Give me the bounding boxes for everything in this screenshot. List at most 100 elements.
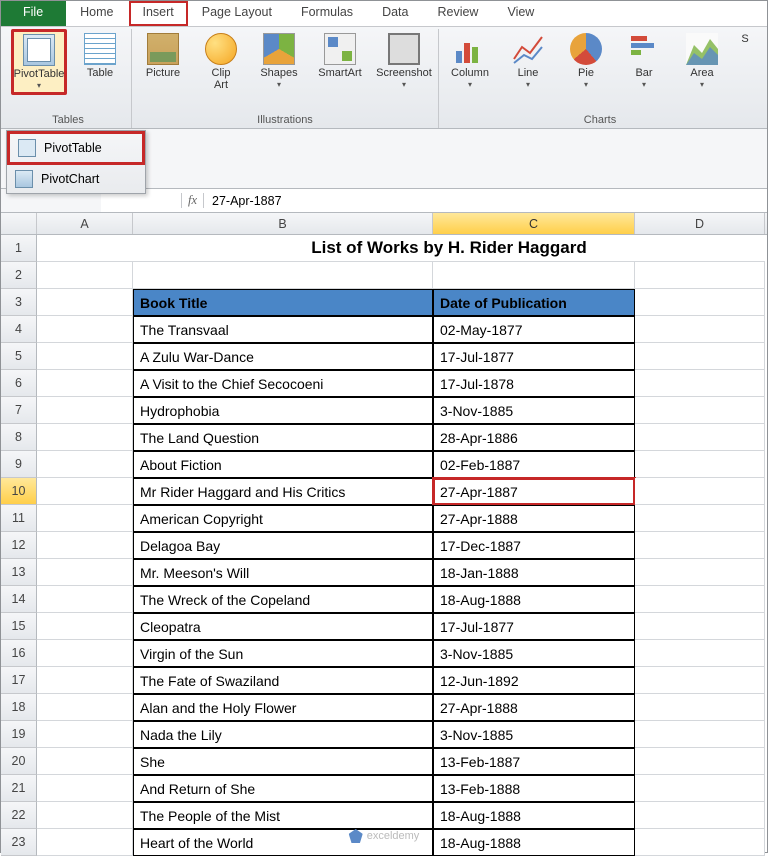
table-button[interactable]: Table [75, 29, 125, 79]
cell[interactable] [635, 478, 765, 505]
cell-book-title[interactable]: She [133, 748, 433, 775]
cell[interactable] [635, 424, 765, 451]
cell[interactable] [635, 775, 765, 802]
cell-date[interactable]: 27-Apr-1888 [433, 505, 635, 532]
select-all-corner[interactable] [1, 213, 37, 234]
tab-data[interactable]: Data [368, 1, 423, 26]
cell-date[interactable]: 18-Aug-1888 [433, 829, 635, 856]
picture-button[interactable]: Picture [138, 29, 188, 79]
cell[interactable] [133, 262, 433, 289]
clipart-button[interactable]: Clip Art [196, 29, 246, 91]
cell-book-title[interactable]: About Fiction [133, 451, 433, 478]
cell[interactable] [37, 829, 133, 856]
cell-book-title[interactable]: The Fate of Swaziland [133, 667, 433, 694]
cell[interactable] [37, 694, 133, 721]
cell-book-title[interactable]: Nada the Lily [133, 721, 433, 748]
row-header[interactable]: 8 [1, 424, 37, 451]
cell[interactable] [37, 343, 133, 370]
cell[interactable] [635, 532, 765, 559]
tab-home[interactable]: Home [66, 1, 128, 26]
cell[interactable] [37, 235, 133, 262]
cell-book-title[interactable]: A Visit to the Chief Secocoeni [133, 370, 433, 397]
cell-book-title[interactable]: Heart of the World [133, 829, 433, 856]
cell[interactable] [635, 721, 765, 748]
cell[interactable] [635, 613, 765, 640]
cell-book-title[interactable]: And Return of She [133, 775, 433, 802]
tab-page-layout[interactable]: Page Layout [188, 1, 287, 26]
cell-book-title[interactable]: Cleopatra [133, 613, 433, 640]
shapes-button[interactable]: Shapes▾ [254, 29, 304, 89]
cell-book-title[interactable]: Hydrophobia [133, 397, 433, 424]
cell-book-title[interactable]: Virgin of the Sun [133, 640, 433, 667]
cell[interactable] [635, 829, 765, 856]
area-chart-button[interactable]: Area▾ [677, 29, 727, 89]
row-header[interactable]: 19 [1, 721, 37, 748]
cell[interactable] [635, 802, 765, 829]
tab-insert[interactable]: Insert [129, 1, 188, 26]
sheet-title[interactable]: List of Works by H. Rider Haggard [133, 235, 765, 262]
pie-chart-button[interactable]: Pie▾ [561, 29, 611, 89]
cell[interactable] [37, 559, 133, 586]
cell[interactable] [635, 586, 765, 613]
row-header[interactable]: 1 [1, 235, 37, 262]
cell[interactable] [37, 775, 133, 802]
cell-book-title[interactable]: Alan and the Holy Flower [133, 694, 433, 721]
cell[interactable] [37, 802, 133, 829]
header-date[interactable]: Date of Publication [433, 289, 635, 316]
cell[interactable] [37, 316, 133, 343]
row-header[interactable]: 9 [1, 451, 37, 478]
cell[interactable] [37, 289, 133, 316]
pivottable-button[interactable]: PivotTable ▾ [11, 29, 67, 95]
cell-book-title[interactable]: Mr. Meeson's Will [133, 559, 433, 586]
cell[interactable] [635, 451, 765, 478]
scatter-chart-button[interactable]: S [735, 29, 755, 45]
cell-date[interactable]: 17-Jul-1877 [433, 343, 635, 370]
cell-book-title[interactable]: The Land Question [133, 424, 433, 451]
cell-date[interactable]: 18-Aug-1888 [433, 586, 635, 613]
cell-date[interactable]: 27-Apr-1887 [433, 478, 635, 505]
row-header[interactable]: 12 [1, 532, 37, 559]
row-header[interactable]: 14 [1, 586, 37, 613]
cell[interactable] [37, 370, 133, 397]
cell[interactable] [37, 451, 133, 478]
dropdown-pivotchart[interactable]: PivotChart [7, 165, 145, 193]
cell[interactable] [635, 289, 765, 316]
row-header[interactable]: 23 [1, 829, 37, 856]
cell-date[interactable]: 13-Feb-1887 [433, 748, 635, 775]
row-header[interactable]: 10 [1, 478, 37, 505]
formula-value[interactable]: 27-Apr-1887 [204, 194, 282, 208]
cell[interactable] [37, 505, 133, 532]
cell[interactable] [635, 748, 765, 775]
cell[interactable] [37, 532, 133, 559]
cell[interactable] [635, 370, 765, 397]
tab-review[interactable]: Review [423, 1, 493, 26]
line-chart-button[interactable]: Line▾ [503, 29, 553, 89]
row-header[interactable]: 5 [1, 343, 37, 370]
fx-icon[interactable]: fx [181, 193, 204, 208]
smartart-button[interactable]: SmartArt [312, 29, 368, 79]
cell[interactable] [37, 613, 133, 640]
row-header[interactable]: 13 [1, 559, 37, 586]
cell-date[interactable]: 02-May-1877 [433, 316, 635, 343]
cell[interactable] [635, 559, 765, 586]
row-header[interactable]: 3 [1, 289, 37, 316]
row-header[interactable]: 21 [1, 775, 37, 802]
header-book-title[interactable]: Book Title [133, 289, 433, 316]
row-header[interactable]: 17 [1, 667, 37, 694]
col-header-d[interactable]: D [635, 213, 765, 234]
cell[interactable] [635, 316, 765, 343]
screenshot-button[interactable]: Screenshot▾ [376, 29, 432, 89]
cell-date[interactable]: 17-Dec-1887 [433, 532, 635, 559]
cell-date[interactable]: 3-Nov-1885 [433, 397, 635, 424]
cell-date[interactable]: 3-Nov-1885 [433, 721, 635, 748]
row-header[interactable]: 20 [1, 748, 37, 775]
cell-date[interactable]: 17-Jul-1878 [433, 370, 635, 397]
cell[interactable] [37, 397, 133, 424]
cell[interactable] [635, 667, 765, 694]
cell[interactable] [37, 667, 133, 694]
cell[interactable] [635, 640, 765, 667]
column-chart-button[interactable]: Column▾ [445, 29, 495, 89]
cell-date[interactable]: 18-Jan-1888 [433, 559, 635, 586]
cell-date[interactable]: 02-Feb-1887 [433, 451, 635, 478]
row-header[interactable]: 16 [1, 640, 37, 667]
